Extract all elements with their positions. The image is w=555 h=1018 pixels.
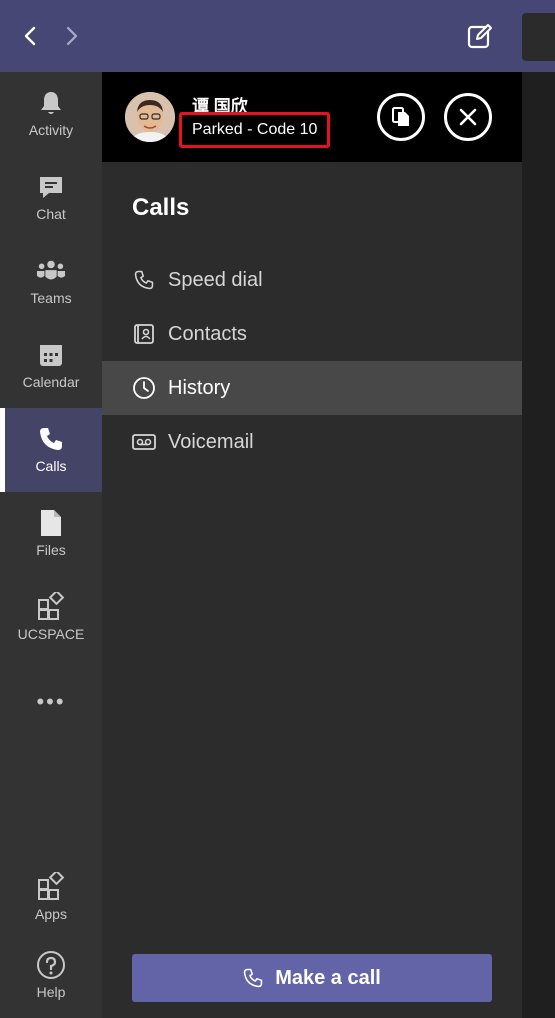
calls-nav-history[interactable]: History — [102, 361, 522, 415]
chat-icon — [36, 172, 66, 202]
chevron-right-icon — [66, 26, 78, 46]
rail-label: Calls — [35, 458, 67, 474]
calls-nav-voicemail[interactable]: Voicemail — [102, 415, 522, 469]
end-call-button[interactable] — [444, 93, 492, 141]
title-bar — [0, 0, 555, 72]
new-chat-button[interactable] — [462, 18, 498, 54]
phone-icon — [243, 968, 263, 988]
phone-icon — [36, 424, 66, 454]
rail-label: Files — [36, 542, 66, 558]
rail-label: Calendar — [22, 374, 80, 390]
transfer-icon — [392, 107, 409, 126]
rail-item-activity[interactable]: Activity — [0, 72, 102, 156]
panel-title: Calls — [132, 194, 190, 221]
rail-label: Apps — [35, 906, 67, 922]
forward-button[interactable] — [56, 20, 88, 52]
more-apps-button[interactable]: ••• — [0, 682, 102, 722]
rail-item-chat[interactable]: Chat — [0, 156, 102, 240]
menu-label: Contacts — [168, 322, 247, 345]
rail-item-calendar[interactable]: Calendar — [0, 324, 102, 408]
rail-label: Help — [36, 984, 66, 1000]
calendar-icon — [36, 340, 66, 370]
search-box[interactable] — [522, 13, 555, 61]
make-a-call-button[interactable]: Make a call — [132, 954, 492, 1002]
chevron-left-icon — [24, 26, 36, 46]
clock-icon — [132, 376, 156, 400]
help-icon — [36, 950, 66, 980]
app-rail: Activity Chat Teams Calendar Calls Files — [0, 72, 102, 1018]
contact-card-icon — [132, 322, 156, 346]
rail-label: Chat — [36, 206, 66, 222]
back-button[interactable] — [14, 20, 46, 52]
rail-item-calls[interactable]: Calls — [0, 408, 102, 492]
menu-label: Speed dial — [168, 268, 263, 291]
make-a-call-label: Make a call — [275, 966, 381, 989]
close-icon — [459, 108, 477, 126]
menu-label: History — [168, 376, 231, 399]
rail-item-teams[interactable]: Teams — [0, 240, 102, 324]
rail-label: Teams — [30, 290, 72, 306]
voicemail-icon — [132, 430, 156, 454]
rail-item-help[interactable]: Help — [0, 934, 102, 1018]
compose-icon — [467, 24, 492, 49]
apps-icon — [36, 872, 66, 902]
rail-item-files[interactable]: Files — [0, 492, 102, 576]
bell-icon — [36, 88, 66, 118]
calls-nav-speed-dial[interactable]: Speed dial — [102, 253, 522, 307]
calls-nav-contacts[interactable]: Contacts — [102, 307, 522, 361]
app-grid-icon — [36, 592, 66, 622]
call-status-badge: Parked - Code 10 — [179, 112, 331, 148]
file-icon — [36, 508, 66, 538]
rail-item-ucspace[interactable]: UCSPACE — [0, 576, 102, 660]
teams-icon — [36, 256, 66, 286]
main-content-area — [522, 72, 555, 1018]
avatar[interactable] — [125, 92, 175, 142]
rail-item-apps[interactable]: Apps — [0, 856, 102, 940]
menu-label: Voicemail — [168, 430, 254, 453]
rail-label: Activity — [28, 122, 74, 138]
transfer-button[interactable] — [377, 93, 425, 141]
active-call-bar: 谭 国欣 Parked - Code 10 — [102, 72, 522, 162]
calls-panel: 谭 国欣 Parked - Code 10 Calls Speed dial C… — [102, 72, 522, 1018]
phone-icon — [132, 268, 156, 292]
rail-label: UCSPACE — [17, 626, 85, 642]
